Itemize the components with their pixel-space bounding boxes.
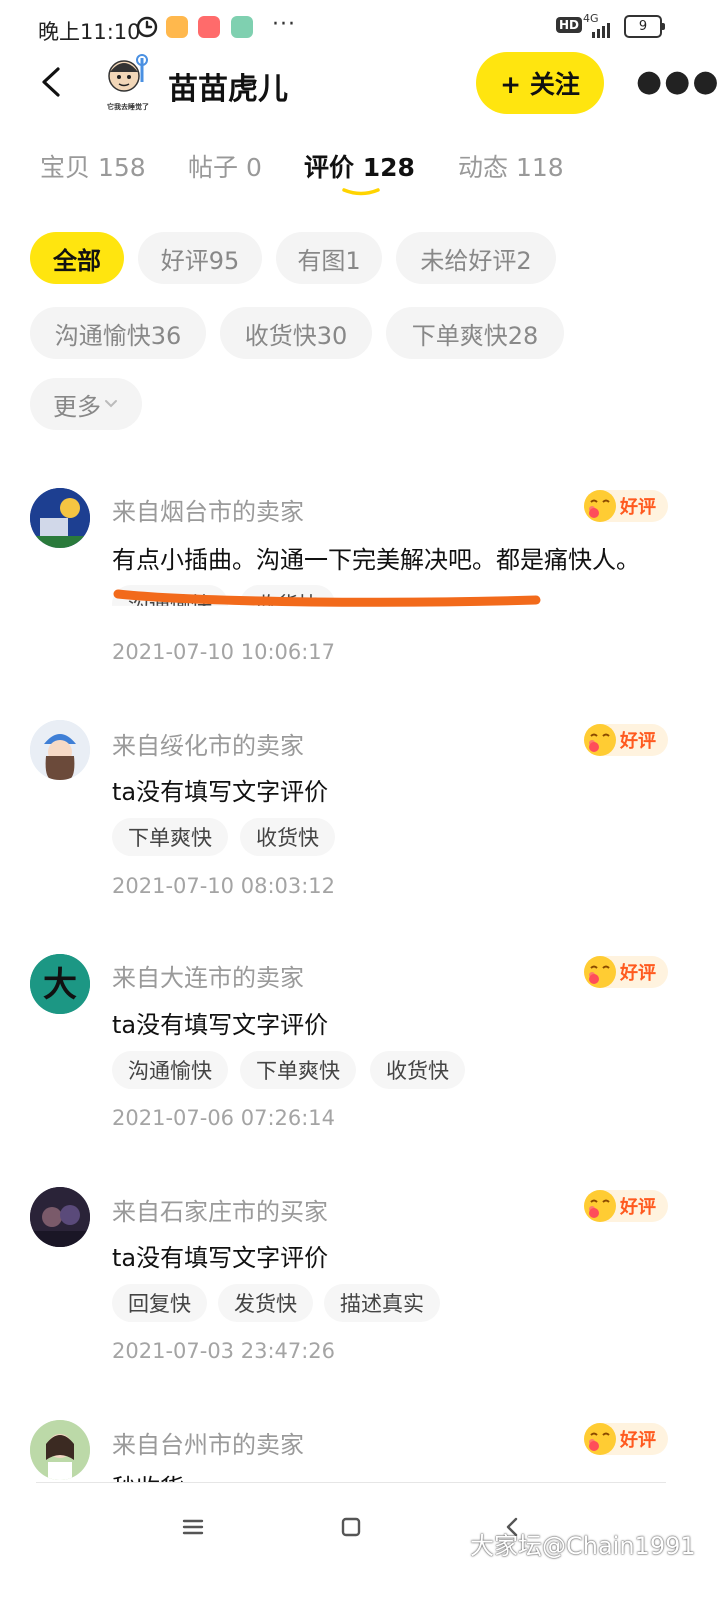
review-comment: ta没有填写文字评价 (112, 1011, 329, 1039)
reviewer-avatar[interactable] (30, 720, 90, 780)
status-bar: 晚上11:10 ··· HD 4G 9 (0, 0, 720, 56)
tab-posts[interactable]: 帖子 0 (188, 148, 262, 184)
positive-badge: 好评 (584, 1190, 668, 1222)
review-tag: 收货快 (370, 1051, 465, 1089)
svg-text:大: 大 (43, 965, 77, 1005)
kissing-face-icon (584, 490, 616, 522)
filter-more[interactable]: 更多 (30, 378, 142, 430)
reviewer-avatar[interactable] (30, 1187, 90, 1247)
filter-positive[interactable]: 好评95 (138, 232, 262, 284)
back-arrow-icon[interactable] (36, 66, 68, 98)
reviewer-avatar[interactable] (30, 488, 90, 548)
review-tag: 下单爽快 (112, 818, 228, 856)
active-tab-indicator (342, 188, 380, 196)
review-comment: 有点小插曲。沟通一下完美解决吧。都是痛快人。 (112, 546, 640, 574)
review-source: 来自石家庄市的买家 (112, 1198, 328, 1226)
tab-reviews[interactable]: 评价 128 (304, 148, 415, 184)
wechat-icon (231, 16, 253, 38)
filter-with-photo[interactable]: 有图1 (276, 232, 382, 284)
more-notifications-icon: ··· (272, 12, 296, 37)
review-comment: ta没有填写文字评价 (112, 1244, 329, 1272)
reviewer-avatar[interactable] (30, 1420, 90, 1480)
shop-name: 苗苗虎儿 (168, 72, 288, 107)
more-icon[interactable]: ●●● (636, 64, 720, 99)
review-source: 来自台州市的卖家 (112, 1431, 304, 1459)
kissing-face-icon (584, 1190, 616, 1222)
positive-badge: 好评 (584, 1423, 668, 1455)
follow-label: + 关注 (500, 70, 580, 99)
positive-badge: 好评 (584, 490, 668, 522)
status-time: 晚上11:10 (38, 20, 141, 44)
review-tag: 发货快 (218, 1284, 313, 1322)
review-tag: 下单爽快 (240, 1051, 356, 1089)
orange-highlight-stroke (113, 589, 541, 607)
tab-items[interactable]: 宝贝 158 (40, 148, 146, 184)
filter-fast-receipt[interactable]: 收货快30 (220, 307, 372, 359)
review-date: 2021-07-10 08:03:12 (112, 874, 336, 898)
review-tag: 收货快 (240, 818, 335, 856)
filter-not-positive[interactable]: 未给好评2 (396, 232, 556, 284)
signal-icon (592, 23, 610, 38)
filter-good-communication[interactable]: 沟通愉快36 (30, 307, 206, 359)
battery-icon: 9 (624, 15, 665, 38)
filter-more-label: 更多 (53, 392, 101, 421)
review-tag: 沟通愉快 (112, 1051, 228, 1089)
review-tag: 描述真实 (324, 1284, 440, 1322)
filter-quick-order[interactable]: 下单爽快28 (386, 307, 564, 359)
review-comment: ta没有填写文字评价 (112, 778, 329, 806)
review-source: 来自大连市的卖家 (112, 964, 304, 992)
positive-badge-label: 好评 (620, 1430, 656, 1451)
positive-badge-label: 好评 (620, 1197, 656, 1218)
avatar-caption: 它我去睡觉了 (107, 103, 149, 111)
filter-all[interactable]: 全部 (30, 232, 124, 284)
avatar-image-icon (30, 720, 90, 780)
reviewer-avatar[interactable]: 大 (30, 954, 90, 1014)
review-comment: 秒收货 (112, 1468, 184, 1482)
positive-badge-label: 好评 (620, 731, 656, 752)
review-source: 来自烟台市的卖家 (112, 498, 304, 526)
positive-badge-label: 好评 (620, 497, 656, 518)
review-source: 来自绥化市的卖家 (112, 732, 304, 760)
home-icon[interactable] (336, 1512, 366, 1542)
avatar-image-icon (30, 488, 90, 548)
avatar-image-icon (30, 1187, 90, 1247)
positive-badge-label: 好评 (620, 963, 656, 984)
shop-avatar[interactable]: 它我去睡觉了 (102, 52, 154, 111)
review-date: 2021-07-06 07:26:14 (112, 1106, 336, 1130)
positive-badge: 好评 (584, 724, 668, 756)
review-date: 2021-07-10 10:06:17 (112, 640, 336, 664)
follow-button[interactable]: + 关注 (476, 52, 604, 114)
kissing-face-icon (584, 1423, 616, 1455)
app-notification-icon (198, 16, 220, 38)
chevron-down-icon (105, 400, 117, 408)
positive-badge: 好评 (584, 956, 668, 988)
avatar-image-icon: 大 (30, 954, 90, 1014)
app-notification-icon (166, 16, 188, 38)
kissing-face-icon (584, 724, 616, 756)
review-date: 2021-07-03 23:47:26 (112, 1339, 336, 1363)
kissing-face-icon (584, 956, 616, 988)
watermark: 大家坛@Chain1991 (470, 1532, 696, 1560)
menu-icon[interactable] (178, 1512, 208, 1542)
bottom-divider (36, 1482, 666, 1483)
hd-indicator: HD (556, 17, 583, 33)
cartoon-avatar-icon (108, 54, 148, 92)
alarm-icon (136, 16, 158, 38)
tab-activity[interactable]: 动态 118 (458, 148, 564, 184)
avatar-image-icon (30, 1420, 90, 1480)
review-tag: 回复快 (112, 1284, 207, 1322)
